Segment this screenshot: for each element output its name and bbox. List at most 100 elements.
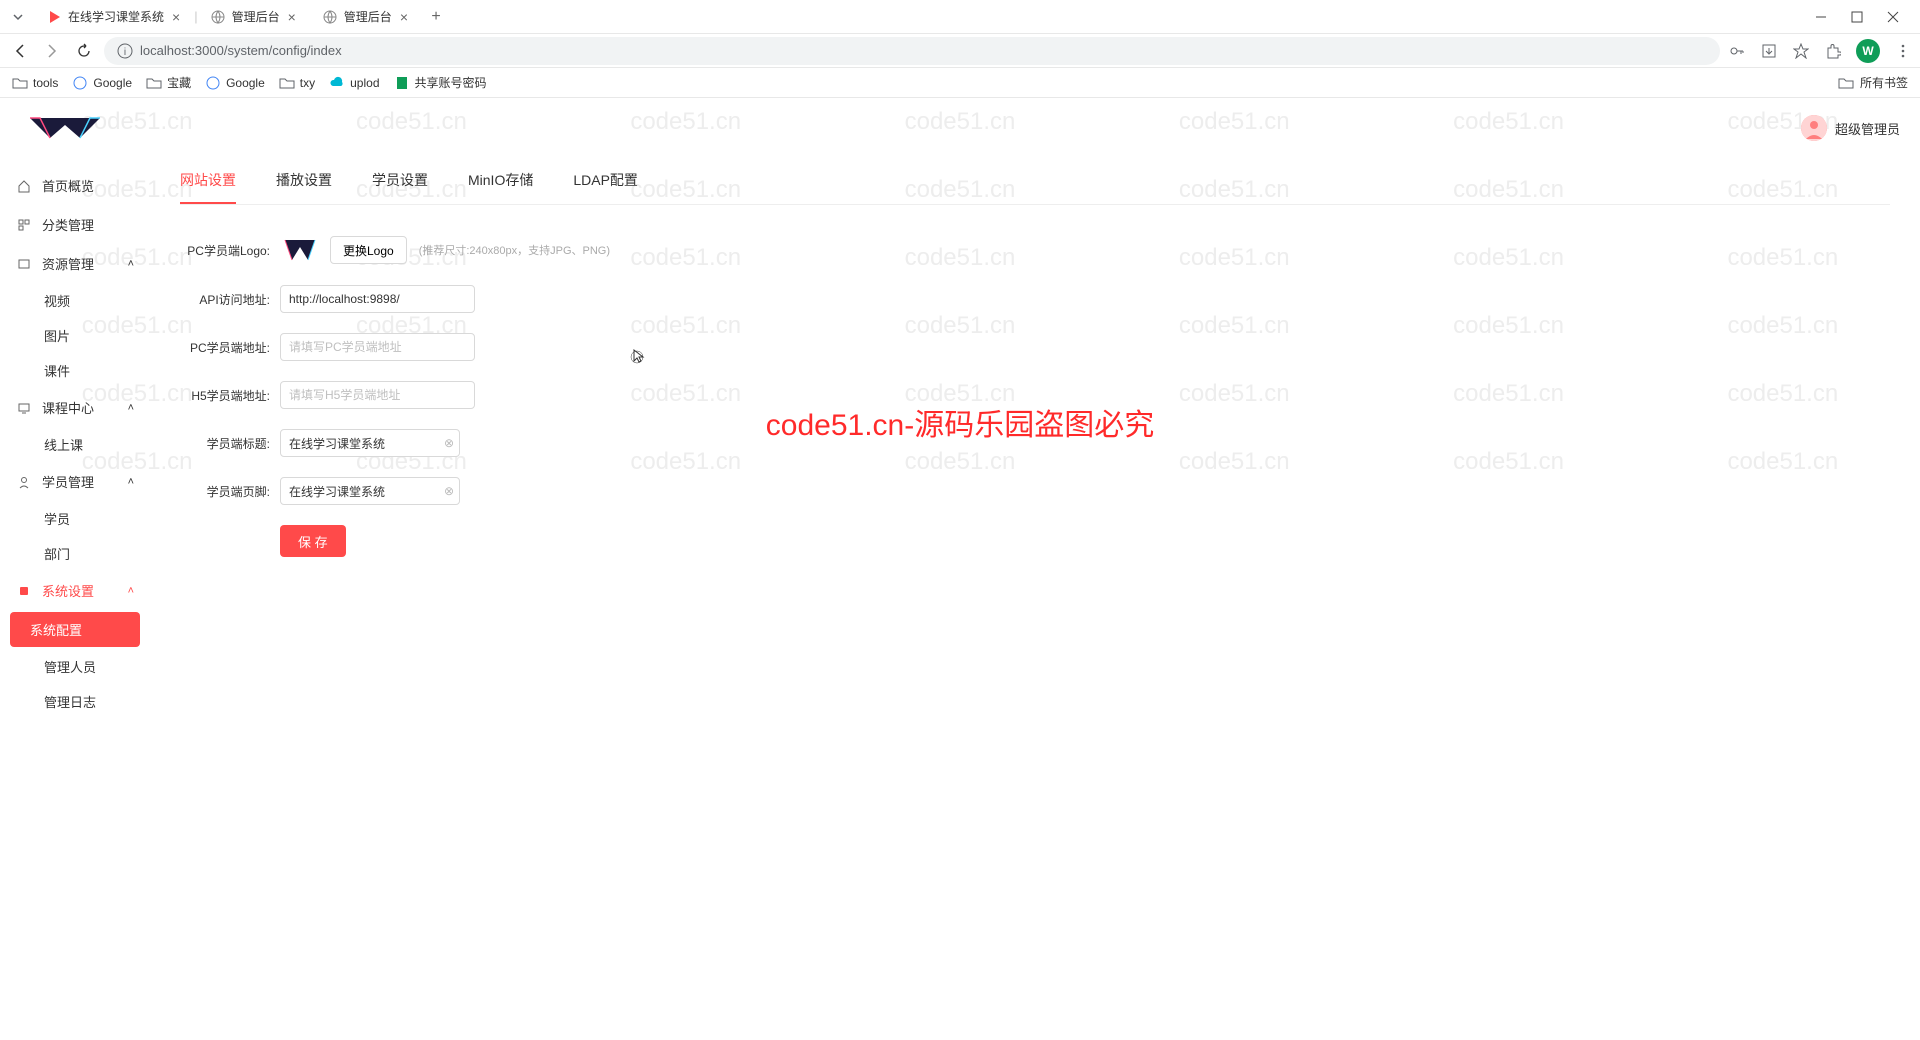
bookmark-bar: tools Google 宝藏 Google txy uplod 共享账号密码 …: [0, 68, 1920, 98]
sidebar-item-course[interactable]: 课程中心˄: [0, 388, 150, 427]
logo-preview: [280, 235, 320, 265]
h5-addr-input[interactable]: [280, 381, 475, 409]
sidebar-item-home[interactable]: 首页概览: [0, 166, 150, 205]
sidebar-sub-courseware[interactable]: 课件: [0, 353, 150, 388]
bookmark-google[interactable]: Google: [72, 75, 132, 91]
close-window-button[interactable]: [1886, 10, 1900, 24]
user-avatar-icon: [1801, 115, 1827, 141]
tab-student[interactable]: 学员设置: [372, 158, 428, 204]
sidebar-sub-dept[interactable]: 部门: [0, 536, 150, 571]
tab-playback[interactable]: 播放设置: [276, 158, 332, 204]
clear-icon[interactable]: ⊗: [444, 484, 454, 498]
sidebar-item-student[interactable]: 学员管理˄: [0, 462, 150, 501]
bookmark-share[interactable]: 共享账号密码: [394, 74, 487, 91]
bookmark-treasure[interactable]: 宝藏: [146, 74, 191, 91]
google-icon: [72, 75, 88, 91]
svg-text:i: i: [124, 47, 126, 58]
browser-tab-2[interactable]: 管理后台 ×: [310, 2, 420, 32]
settings-icon: [16, 583, 32, 599]
home-icon: [16, 178, 32, 194]
sidebar-sub-image[interactable]: 图片: [0, 318, 150, 353]
new-tab-button[interactable]: +: [422, 3, 450, 31]
install-icon[interactable]: [1760, 42, 1778, 60]
bookmark-star-icon[interactable]: [1792, 42, 1810, 60]
reload-button[interactable]: [72, 39, 96, 63]
h5-addr-label: H5学员端地址:: [180, 387, 280, 404]
url-bar[interactable]: i localhost:3000/system/config/index: [104, 37, 1720, 65]
folder-icon: [1838, 75, 1854, 91]
resource-icon: [16, 256, 32, 272]
config-tabs: 网站设置 播放设置 学员设置 MinIO存储 LDAP配置: [180, 158, 1890, 205]
browser-tabs: 在线学习课堂系统 × | 管理后台 × 管理后台 × +: [34, 2, 1802, 32]
all-bookmarks-button[interactable]: 所有书签: [1838, 74, 1908, 91]
avatar-letter: W: [1862, 44, 1873, 58]
tab-minio[interactable]: MinIO存储: [468, 158, 533, 204]
user-name: 超级管理员: [1835, 119, 1900, 138]
app-logo[interactable]: [20, 113, 110, 143]
main-content: 网站设置 播放设置 学员设置 MinIO存储 LDAP配置 PC学员端Logo:…: [150, 158, 1920, 727]
tab-website[interactable]: 网站设置: [180, 158, 236, 204]
close-icon[interactable]: ×: [400, 9, 408, 25]
bookmark-txy[interactable]: txy: [279, 75, 315, 91]
maximize-button[interactable]: [1850, 10, 1864, 24]
title-input[interactable]: [280, 429, 460, 457]
password-icon[interactable]: [1728, 42, 1746, 60]
logo-hint: (推荐尺寸:240x80px，支持JPG、PNG): [419, 242, 610, 258]
bookmark-uplod[interactable]: uplod: [329, 75, 379, 91]
bookmark-tools[interactable]: tools: [12, 75, 58, 91]
globe-icon: [322, 9, 338, 25]
course-icon: [16, 400, 32, 416]
minimize-button[interactable]: [1814, 10, 1828, 24]
sidebar-sub-video[interactable]: 视频: [0, 283, 150, 318]
forward-button[interactable]: [40, 39, 64, 63]
api-url-label: API访问地址:: [180, 291, 280, 308]
tab-search-button[interactable]: [8, 7, 28, 27]
sidebar-sub-log[interactable]: 管理日志: [0, 684, 150, 719]
site-info-icon[interactable]: i: [116, 42, 134, 60]
browser-addressbar: i localhost:3000/system/config/index W: [0, 34, 1920, 68]
chevron-up-icon: ˄: [128, 585, 134, 597]
extensions-icon[interactable]: [1824, 42, 1842, 60]
sidebar-sub-sysconfig[interactable]: 系统配置: [10, 612, 140, 647]
folder-icon: [146, 75, 162, 91]
chevron-up-icon: ˄: [128, 402, 134, 414]
sidebar-sub-student[interactable]: 学员: [0, 501, 150, 536]
title-label: 学员端标题:: [180, 435, 280, 452]
menu-icon[interactable]: [1894, 42, 1912, 60]
logo-label: PC学员端Logo:: [180, 242, 280, 259]
folder-icon: [12, 75, 28, 91]
browser-tab-1[interactable]: 管理后台 ×: [198, 2, 308, 32]
pc-addr-input[interactable]: [280, 333, 475, 361]
change-logo-button[interactable]: 更换Logo: [330, 236, 407, 264]
close-icon[interactable]: ×: [288, 9, 296, 25]
sidebar-sub-online[interactable]: 线上课: [0, 427, 150, 462]
google-icon: [205, 75, 221, 91]
close-icon[interactable]: ×: [172, 9, 180, 25]
folder-icon: [279, 75, 295, 91]
sidebar-item-resource[interactable]: 资源管理˄: [0, 244, 150, 283]
browser-tab-0[interactable]: 在线学习课堂系统 ×: [34, 2, 192, 32]
tab-ldap[interactable]: LDAP配置: [573, 158, 638, 204]
profile-avatar[interactable]: W: [1856, 39, 1880, 63]
tab-title: 管理后台: [344, 8, 392, 25]
chevron-up-icon: ˄: [128, 476, 134, 488]
sidebar-item-category[interactable]: 分类管理: [0, 205, 150, 244]
sidebar-sub-admin[interactable]: 管理人员: [0, 649, 150, 684]
tab-title: 在线学习课堂系统: [68, 8, 164, 25]
url-text: localhost:3000/system/config/index: [140, 43, 342, 58]
sheet-icon: [394, 75, 410, 91]
back-button[interactable]: [8, 39, 32, 63]
globe-icon: [210, 9, 226, 25]
api-url-input[interactable]: [280, 285, 475, 313]
clear-icon[interactable]: ⊗: [444, 436, 454, 450]
save-button[interactable]: 保 存: [280, 525, 346, 557]
browser-titlebar: 在线学习课堂系统 × | 管理后台 × 管理后台 × +: [0, 0, 1920, 34]
sidebar-item-system[interactable]: 系统设置˄: [0, 571, 150, 610]
sidebar: 首页概览 分类管理 资源管理˄ 视频 图片 课件 课程中心˄ 线上课 学员管理˄…: [0, 158, 150, 727]
chevron-up-icon: ˄: [128, 258, 134, 270]
bookmark-google-2[interactable]: Google: [205, 75, 265, 91]
category-icon: [16, 217, 32, 233]
user-area[interactable]: 超级管理员: [1801, 115, 1900, 141]
footer-label: 学员端页脚:: [180, 483, 280, 500]
footer-input[interactable]: [280, 477, 460, 505]
